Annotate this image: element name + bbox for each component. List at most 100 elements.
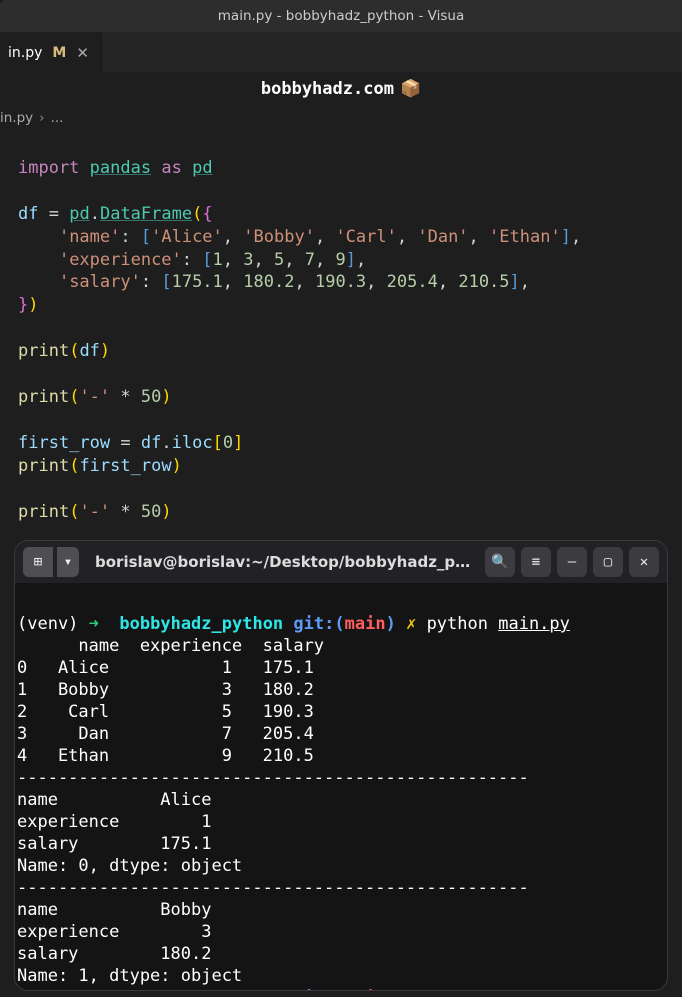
code-token: 1 — [213, 250, 223, 270]
code-token: DataFrame — [100, 204, 192, 224]
term-git-close: ) — [386, 988, 396, 991]
code-token: iloc — [172, 433, 213, 453]
breadcrumb-file[interactable]: in.py — [0, 110, 33, 126]
code-token: df — [18, 204, 38, 224]
code-token: 'salary' — [59, 272, 141, 292]
code-token: pandas — [90, 158, 151, 178]
term-arrow-icon: ➜ — [89, 988, 99, 991]
code-token: ] — [233, 433, 243, 453]
code-token: ] — [346, 250, 356, 270]
minimize-icon: — — [568, 554, 576, 570]
code-token: . — [161, 433, 171, 453]
code-token: , — [469, 227, 479, 247]
search-icon: 🔍 — [491, 554, 508, 570]
code-token: first_row — [18, 433, 110, 453]
code-token: * — [120, 387, 130, 407]
editor-tabs: in.py M ✕ — [0, 32, 682, 72]
term-output: 4 Ethan 9 210.5 — [17, 746, 314, 766]
term-output: 3 Dan 7 205.4 — [17, 724, 314, 744]
code-token: ] — [561, 227, 571, 247]
code-token: , — [520, 272, 530, 292]
close-icon: ✕ — [640, 554, 648, 570]
term-dirty-icon: ✗ — [406, 988, 416, 991]
code-token: = — [120, 433, 130, 453]
code-token: print — [18, 341, 69, 361]
code-token: , — [366, 272, 376, 292]
term-output: Name: 0, dtype: object — [17, 856, 242, 876]
code-token: ] — [510, 272, 520, 292]
menu-button[interactable]: ≡ — [521, 547, 551, 577]
code-token: ) — [28, 295, 38, 315]
code-token: ( — [69, 502, 79, 522]
tab-main-py[interactable]: in.py M ✕ — [0, 32, 102, 72]
page-title: bobbyhadz.com 📦 — [0, 72, 682, 106]
code-token: , — [284, 250, 294, 270]
code-token: , — [223, 227, 233, 247]
maximize-button[interactable]: ▢ — [593, 547, 623, 577]
breadcrumb[interactable]: in.py › ... — [0, 106, 682, 130]
chevron-down-icon: ▾ — [64, 554, 72, 570]
new-tab-button[interactable]: ⊞ — [23, 547, 53, 577]
code-token: ) — [172, 456, 182, 476]
code-token: 210.5 — [458, 272, 509, 292]
code-token: ( — [192, 204, 202, 224]
term-arrow-icon: ➜ — [89, 614, 99, 634]
tab-close-icon[interactable]: ✕ — [76, 44, 89, 62]
term-output: Name: 1, dtype: object — [17, 966, 242, 986]
term-output: experience 3 — [17, 922, 211, 942]
code-token: , — [397, 227, 407, 247]
code-token: print — [18, 387, 69, 407]
tab-dropdown-button[interactable]: ▾ — [57, 547, 79, 577]
code-token: , — [438, 272, 448, 292]
term-output: experience 1 — [17, 812, 211, 832]
code-token: print — [18, 456, 69, 476]
code-token: '-' — [79, 387, 110, 407]
breadcrumb-more[interactable]: ... — [51, 110, 64, 126]
code-token: , — [571, 227, 581, 247]
term-output: ----------------------------------------… — [17, 768, 529, 788]
code-token: 205.4 — [387, 272, 438, 292]
term-dir: bobbyhadz_python — [119, 614, 283, 634]
term-git-open: git:( — [293, 614, 344, 634]
code-token: 'Bobby' — [243, 227, 315, 247]
terminal-header: ⊞ ▾ borislav@borislav:~/Desktop/bobbyhad… — [15, 541, 667, 583]
term-git-close: ) — [386, 614, 396, 634]
term-branch: main — [345, 988, 386, 991]
code-token: : — [141, 272, 151, 292]
terminal-header-left: ⊞ ▾ — [23, 547, 79, 577]
tab-filename: in.py — [8, 45, 42, 61]
minimize-button[interactable]: — — [557, 547, 587, 577]
code-token: , — [223, 250, 233, 270]
term-dir: bobbyhadz_python — [119, 988, 283, 991]
code-token: 175.1 — [172, 272, 223, 292]
code-token: : — [182, 250, 192, 270]
code-token: [ — [202, 250, 212, 270]
code-token: print — [18, 502, 69, 522]
code-token: pd — [192, 158, 212, 178]
term-output: name Alice — [17, 790, 211, 810]
code-token: ( — [69, 341, 79, 361]
term-output: 1 Bobby 3 180.2 — [17, 680, 314, 700]
code-token: ) — [100, 341, 110, 361]
code-token: 180.2 — [243, 272, 294, 292]
code-token: first_row — [79, 456, 171, 476]
term-output: salary 180.2 — [17, 944, 211, 964]
code-token: '-' — [79, 502, 110, 522]
page-title-text: bobbyhadz.com — [261, 79, 394, 99]
code-token: df — [141, 433, 161, 453]
code-token: } — [18, 295, 28, 315]
window-titlebar: main.py - bobbyhadz_python - Visua — [0, 0, 682, 32]
cube-icon: 📦 — [400, 79, 421, 99]
code-editor[interactable]: import pandas as pd df = pd.DataFrame({ … — [0, 130, 682, 592]
search-button[interactable]: 🔍 — [485, 547, 515, 577]
code-token: , — [254, 250, 264, 270]
code-token: 0 — [223, 433, 233, 453]
code-token: [ — [161, 272, 171, 292]
term-venv: (venv) — [17, 988, 78, 991]
terminal-body[interactable]: (venv) ➜ bobbyhadz_python git:(main) ✗ p… — [15, 583, 667, 991]
term-output: name Bobby — [17, 900, 211, 920]
term-dirty-icon: ✗ — [406, 614, 416, 634]
close-button[interactable]: ✕ — [629, 547, 659, 577]
code-token: import — [18, 158, 79, 178]
code-token: 'experience' — [59, 250, 182, 270]
